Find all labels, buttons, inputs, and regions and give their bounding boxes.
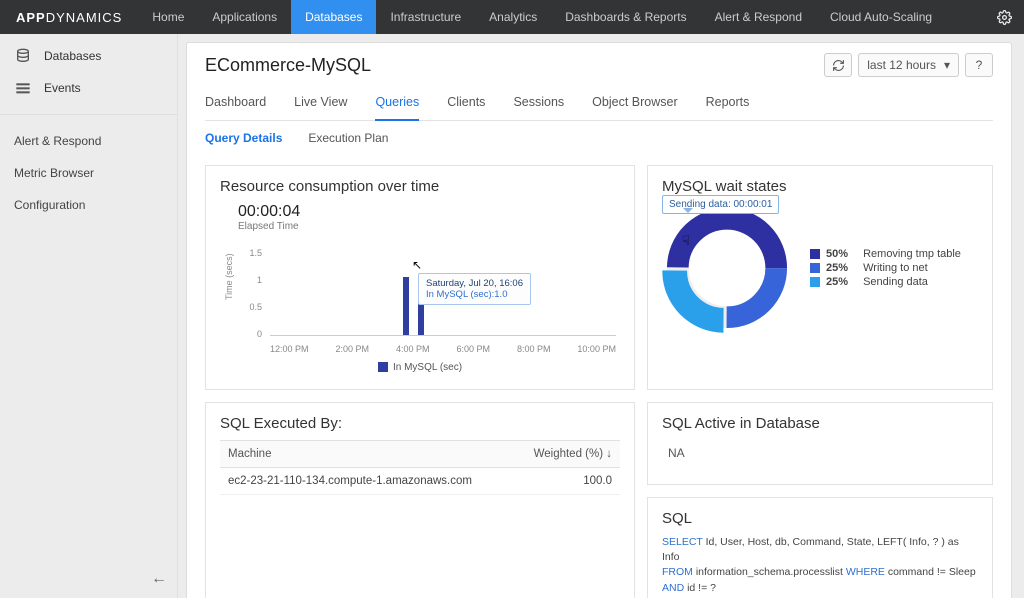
logo: APPDYNAMICS xyxy=(0,0,138,34)
nav-analytics[interactable]: Analytics xyxy=(475,0,551,34)
cell-weighted: 100.0 xyxy=(513,468,620,495)
tab-clients[interactable]: Clients xyxy=(447,89,485,120)
sidebar-item-metric-browser[interactable]: Metric Browser xyxy=(0,157,177,189)
executed-by-table: Machine Weighted (%) ↓ ec2-23-21-110-134… xyxy=(220,440,620,545)
col-machine[interactable]: Machine xyxy=(220,441,513,468)
top-nav: APPDYNAMICS Home Applications Databases … xyxy=(0,0,1024,34)
sidebar-item-databases[interactable]: Databases xyxy=(0,40,177,72)
panel-sql-executed-by: SQL Executed By: Machine Weighted (%) ↓ … xyxy=(205,402,635,598)
tab-queries[interactable]: Queries xyxy=(375,89,419,121)
panel-sql-active: SQL Active in Database NA xyxy=(647,402,993,485)
page-title: ECommerce-MySQL xyxy=(205,55,371,76)
subtab-query-details[interactable]: Query Details xyxy=(205,131,282,153)
sidebar-item-alert-respond[interactable]: Alert & Respond xyxy=(0,125,177,157)
help-button[interactable]: ? xyxy=(965,53,993,77)
elapsed-time-value: 00:00:04 xyxy=(238,203,620,221)
sql-text: SELECT Id, User, Host, db, Command, Stat… xyxy=(662,535,978,596)
main-content: ECommerce-MySQL last 12 hours ▾ ? Dashbo… xyxy=(178,34,1024,598)
nav-cloud-autoscaling[interactable]: Cloud Auto-Scaling xyxy=(816,0,946,34)
tab-object-browser[interactable]: Object Browser xyxy=(592,89,677,120)
tabs: Dashboard Live View Queries Clients Sess… xyxy=(205,89,993,121)
nav-home[interactable]: Home xyxy=(138,0,198,34)
chart-y-axis-label: Time (secs) xyxy=(224,253,234,300)
panel-sql: SQL SELECT Id, User, Host, db, Command, … xyxy=(647,497,993,598)
chart-x-ticks: 12:00 PM 2:00 PM 4:00 PM 6:00 PM 8:00 PM… xyxy=(270,344,616,354)
panel-title: SQL Active in Database xyxy=(662,415,978,432)
nav-dashboards[interactable]: Dashboards & Reports xyxy=(551,0,700,34)
donut-tooltip: Sending data: 00:00:01 xyxy=(662,195,779,214)
settings-gear-icon[interactable] xyxy=(985,0,1024,34)
chart-y-ticks: 1.5 1 0.5 0 xyxy=(244,248,262,339)
events-icon xyxy=(14,81,32,95)
tab-sessions[interactable]: Sessions xyxy=(513,89,564,120)
sidebar-item-configuration[interactable]: Configuration xyxy=(0,189,177,221)
tab-live-view[interactable]: Live View xyxy=(294,89,347,120)
hand-cursor-icon: ☟ xyxy=(682,233,690,249)
nav-infrastructure[interactable]: Infrastructure xyxy=(376,0,475,34)
subtabs: Query Details Execution Plan xyxy=(205,121,993,153)
sidebar: Databases Events Alert & Respond Metric … xyxy=(0,34,178,598)
donut-legend: 50% Removing tmp table 25% Writing to ne… xyxy=(810,246,961,290)
subtab-execution-plan[interactable]: Execution Plan xyxy=(308,131,388,153)
chart-legend: In MySQL (sec) xyxy=(220,362,620,373)
panel-resource-consumption: Resource consumption over time 00:00:04 … xyxy=(205,165,635,390)
cell-machine: ec2-23-21-110-134.compute-1.amazonaws.co… xyxy=(220,468,513,495)
chart-tooltip: Saturday, Jul 20, 16:06 In MySQL (sec):1… xyxy=(418,273,531,305)
time-range-label: last 12 hours xyxy=(867,58,936,72)
chevron-down-icon: ▾ xyxy=(944,58,950,72)
col-weighted[interactable]: Weighted (%) ↓ xyxy=(513,441,620,468)
panel-title: SQL Executed By: xyxy=(220,415,620,432)
collapse-sidebar-icon[interactable]: ← xyxy=(151,570,167,588)
resource-chart[interactable]: Time (secs) 1.5 1 0.5 0 xyxy=(228,238,620,358)
panel-title: Resource consumption over time xyxy=(220,178,620,195)
time-range-selector[interactable]: last 12 hours ▾ xyxy=(858,53,959,77)
table-row[interactable]: ec2-23-21-110-134.compute-1.amazonaws.co… xyxy=(220,468,620,495)
panel-title: MySQL wait states xyxy=(662,178,978,195)
panel-title: SQL xyxy=(662,510,978,527)
panel-wait-states: MySQL wait states Sending data: 00:00:01 xyxy=(647,165,993,390)
database-icon xyxy=(14,48,32,64)
sql-active-value: NA xyxy=(662,440,978,468)
sidebar-item-label: Databases xyxy=(44,49,101,63)
nav-databases[interactable]: Databases xyxy=(291,0,376,34)
nav-applications[interactable]: Applications xyxy=(198,0,291,34)
elapsed-time-label: Elapsed Time xyxy=(238,221,620,232)
sidebar-item-events[interactable]: Events xyxy=(0,72,177,104)
nav-alert-respond[interactable]: Alert & Respond xyxy=(701,0,816,34)
tab-dashboard[interactable]: Dashboard xyxy=(205,89,266,120)
tab-reports[interactable]: Reports xyxy=(706,89,750,120)
chart-bar[interactable] xyxy=(403,277,409,335)
donut-chart[interactable]: Sending data: 00:00:01 xyxy=(662,203,792,333)
refresh-button[interactable] xyxy=(824,53,852,77)
sidebar-item-label: Events xyxy=(44,81,81,95)
